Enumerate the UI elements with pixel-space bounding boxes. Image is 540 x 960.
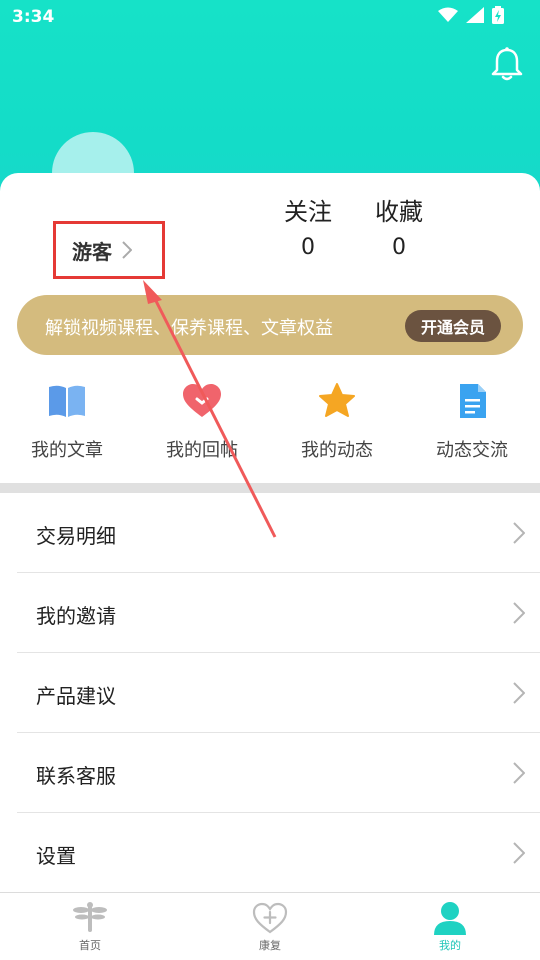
book-icon [49, 385, 85, 417]
document-icon [460, 384, 486, 418]
chevron-right-icon [513, 522, 525, 544]
quick-exchange[interactable]: 动态交流 [417, 383, 527, 462]
menu-label: 我的邀请 [36, 604, 116, 628]
tab-label: 首页 [79, 939, 101, 952]
username: 游客 [72, 239, 112, 264]
stat-value: 0 [392, 235, 406, 260]
quick-my-posts[interactable]: 我的动态 [282, 383, 392, 462]
open-membership-button[interactable]: 开通会员 [405, 310, 501, 342]
status-bar: 3:34 [0, 0, 540, 34]
stat-label: 收藏 [375, 198, 423, 226]
vip-banner[interactable]: 解锁视频课程、保养课程、文章权益 开通会员 [17, 295, 523, 355]
tab-recovery[interactable]: 康复 [230, 901, 310, 953]
status-time: 3:34 [12, 7, 55, 27]
chevron-right-icon [513, 762, 525, 784]
stat-favorites[interactable]: 收藏 0 [364, 192, 434, 260]
tab-label: 我的 [439, 939, 461, 952]
stat-following[interactable]: 关注 0 [273, 192, 343, 260]
heart-icon [183, 384, 221, 417]
menu-item-invitations[interactable]: 我的邀请 [17, 573, 540, 653]
person-icon [434, 902, 466, 935]
chevron-right-icon [122, 241, 132, 259]
quick-my-articles[interactable]: 我的文章 [12, 383, 122, 462]
menu-item-support[interactable]: 联系客服 [17, 733, 540, 813]
username-button[interactable]: 游客 [53, 221, 165, 279]
menu-label: 产品建议 [36, 684, 116, 708]
menu-item-suggestions[interactable]: 产品建议 [17, 653, 540, 733]
section-divider [0, 483, 540, 493]
dragonfly-icon [73, 902, 107, 932]
signal-icon [466, 7, 484, 23]
tab-mine[interactable]: 我的 [410, 901, 490, 953]
quick-label: 我的回帖 [166, 440, 238, 461]
heart-plus-icon [252, 902, 288, 934]
bell-icon[interactable] [490, 46, 524, 82]
wifi-icon [438, 7, 458, 22]
quick-label: 动态交流 [436, 440, 508, 461]
bottom-tab-bar: 首页 康复 我的 [0, 892, 540, 960]
stat-label: 关注 [284, 198, 332, 226]
star-icon [319, 383, 355, 417]
menu-label: 联系客服 [36, 764, 116, 788]
quick-my-replies[interactable]: 我的回帖 [147, 383, 257, 462]
menu-item-settings[interactable]: 设置 [17, 813, 540, 893]
menu-label: 交易明细 [36, 524, 116, 548]
quick-label: 我的文章 [31, 440, 103, 461]
quick-label: 我的动态 [301, 440, 373, 461]
chevron-right-icon [513, 602, 525, 624]
chevron-right-icon [513, 842, 525, 864]
menu-item-transactions[interactable]: 交易明细 [17, 493, 540, 573]
tab-home[interactable]: 首页 [50, 901, 130, 953]
vip-text: 解锁视频课程、保养课程、文章权益 [45, 318, 333, 339]
battery-icon [492, 6, 504, 24]
tab-label: 康复 [259, 939, 281, 952]
chevron-right-icon [513, 682, 525, 704]
stat-value: 0 [301, 235, 315, 260]
menu-label: 设置 [36, 844, 76, 868]
